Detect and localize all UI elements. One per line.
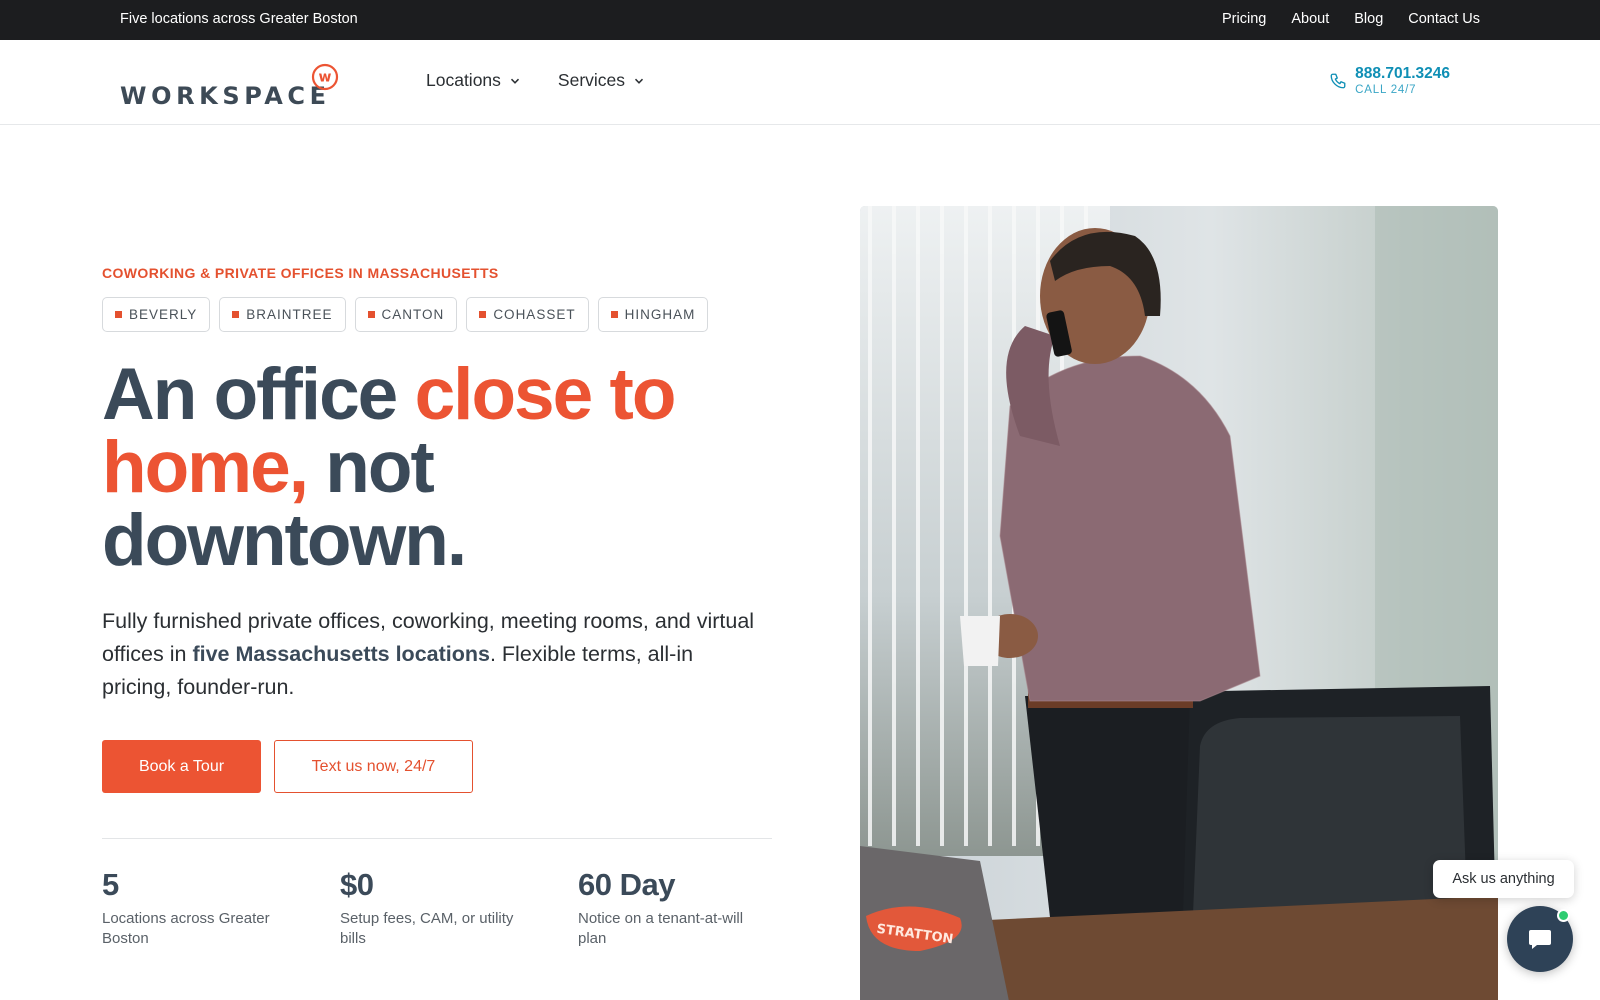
square-bullet-icon: [479, 311, 487, 318]
chat-launcher-button[interactable]: [1507, 906, 1573, 972]
stat-value: 60 Day: [578, 867, 675, 902]
chat-icon: [1529, 930, 1551, 949]
utility-nav: Pricing About Blog Contact Us: [1222, 11, 1480, 27]
phone-subtext: CALL 24/7: [1355, 84, 1417, 96]
square-bullet-icon: [232, 311, 240, 318]
chip-label: BEVERLY: [129, 307, 198, 322]
location-chip-cohasset[interactable]: COHASSET: [466, 297, 589, 332]
location-chip-braintree[interactable]: BRAINTREE: [219, 297, 346, 332]
text-us-button[interactable]: Text us now, 24/7: [274, 740, 473, 793]
main-header: WORKSPACE w Locations Services 888.701.3…: [0, 40, 1600, 125]
svg-text:w: w: [319, 70, 332, 86]
utility-link-about[interactable]: About: [1291, 11, 1329, 27]
chip-label: BRAINTREE: [246, 307, 333, 322]
stat-value: $0: [340, 867, 374, 902]
hero-photo: STRATTON: [860, 206, 1498, 1000]
stat-locations: 5 Locations across Greater Boston: [102, 867, 292, 949]
primary-nav: Locations Services: [426, 70, 644, 91]
square-bullet-icon: [610, 311, 618, 318]
nav-locations[interactable]: Locations: [426, 70, 520, 91]
nav-services[interactable]: Services: [558, 70, 644, 91]
hero-eyebrow: COWORKING & PRIVATE OFFICES IN MASSACHUS…: [102, 265, 499, 281]
stat-notice: 60 Day Notice on a tenant-at-will plan: [578, 867, 768, 949]
logo-wordmark: WORKSPACE: [120, 82, 331, 110]
chip-label: HINGHAM: [624, 307, 696, 322]
phone-number: 888.701.3246: [1355, 65, 1450, 82]
stat-value: 5: [102, 867, 119, 902]
hero-headline: An office close to home, not downtown.: [102, 358, 782, 577]
square-bullet-icon: [115, 311, 122, 318]
chevron-down-icon: [634, 78, 644, 84]
online-status-dot: [1557, 909, 1570, 922]
chat-prompt-bubble[interactable]: Ask us anything: [1433, 860, 1574, 898]
stat-label: Locations across Greater Boston: [102, 910, 270, 947]
hero-lede: Fully furnished private offices, coworki…: [102, 605, 767, 704]
lede-strong: five Massachusetts locations: [192, 642, 490, 666]
topbar-tagline: Five locations across Greater Boston: [120, 11, 358, 27]
stat-label: Setup fees, CAM, or utility bills: [340, 910, 514, 947]
location-chip-beverly[interactable]: BEVERLY: [102, 297, 211, 332]
chip-label: COHASSET: [493, 307, 576, 322]
man-on-phone-image: STRATTON: [860, 206, 1498, 1000]
stats-divider: [102, 838, 772, 839]
stat-setup-fees: $0 Setup fees, CAM, or utility bills: [340, 867, 530, 949]
location-chip-canton[interactable]: CANTON: [354, 297, 458, 332]
utility-link-contact[interactable]: Contact Us: [1408, 11, 1480, 27]
chevron-down-icon: [510, 78, 519, 84]
location-chip-hingham[interactable]: HINGHAM: [597, 297, 709, 332]
top-utility-bar: Five locations across Greater Boston Pri…: [0, 0, 1600, 40]
nav-locations-label: Locations: [426, 70, 501, 90]
phone-cta[interactable]: 888.701.3246 CALL 24/7: [1329, 66, 1450, 96]
location-chips: BEVERLY BRAINTREE CANTON COHASSET HINGHA…: [102, 297, 709, 332]
nav-services-label: Services: [557, 70, 626, 90]
workspace-logo[interactable]: WORKSPACE w: [120, 60, 345, 110]
logo-w-circle-icon: w: [311, 63, 339, 91]
utility-link-blog[interactable]: Blog: [1354, 11, 1383, 27]
square-bullet-icon: [367, 311, 375, 318]
stat-label: Notice on a tenant-at-will plan: [578, 910, 744, 947]
phone-icon: [1330, 73, 1346, 89]
headline-part1: An office: [102, 354, 415, 435]
utility-link-pricing[interactable]: Pricing: [1222, 11, 1266, 27]
chip-label: CANTON: [381, 307, 445, 322]
book-tour-button[interactable]: Book a Tour: [102, 740, 261, 793]
